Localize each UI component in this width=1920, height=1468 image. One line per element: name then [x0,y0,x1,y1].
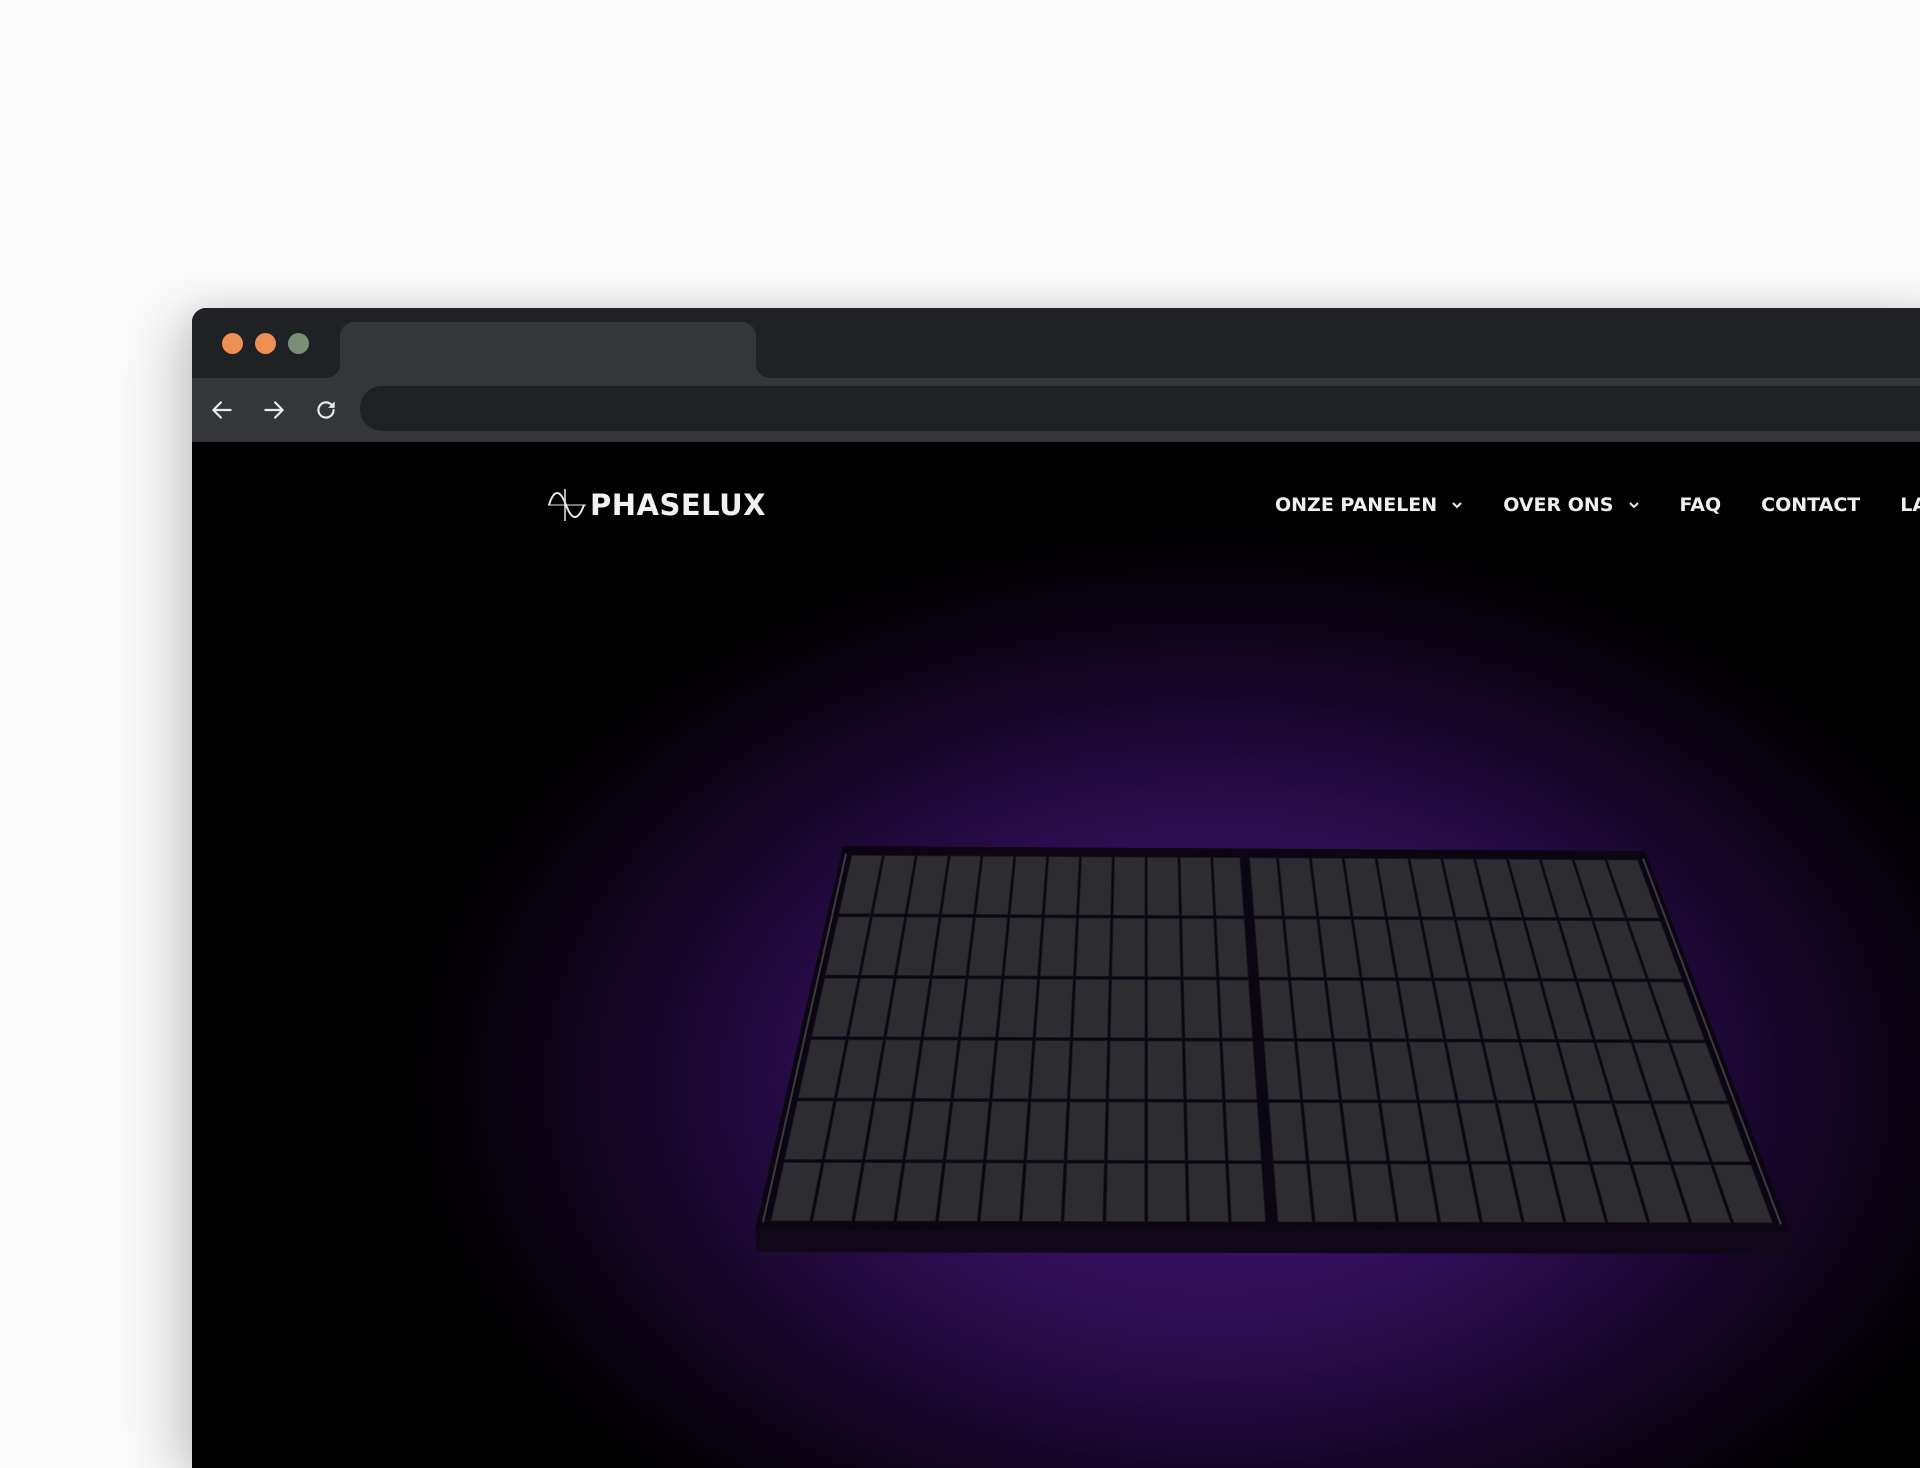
panel-cell [1035,978,1074,1038]
panel-cell [1187,1163,1229,1223]
panel-cell [1212,857,1245,917]
reload-button[interactable] [308,392,344,428]
panel-cell [1075,917,1111,977]
panel-cell [1147,1101,1186,1161]
solar-panel-image [755,846,1790,1254]
maximize-window-button[interactable] [288,333,309,354]
panel-cell [979,1162,1024,1222]
panel-cell [945,1101,990,1161]
panel-cell [985,1101,1029,1161]
browser-titlebar [192,308,1920,378]
panel-cell [1147,979,1183,1039]
panel-cell [1109,979,1146,1039]
nav-item-label: CONTACT [1761,494,1861,516]
panel-cell [1009,855,1047,916]
panel-cell [1258,979,1295,1039]
panel-cell [1078,856,1113,916]
main-nav: ONZE PANELEN OVER ONS FAQ CONTACT LANG [1275,494,1920,516]
address-bar[interactable] [360,386,1920,431]
panel-cell [1112,856,1146,916]
panel-cell [997,978,1038,1038]
nav-item-label: LANG [1900,494,1920,516]
logo[interactable]: PHASELUX [546,487,766,523]
panel-cell [1039,917,1077,977]
panel-cell [968,917,1008,977]
nav-item-faq[interactable]: FAQ [1680,494,1722,516]
panel-cell [1147,1040,1185,1100]
panel-cell [1147,917,1182,978]
minimize-window-button[interactable] [255,333,276,354]
panel-cell [1284,918,1325,978]
panel-cell [1072,978,1110,1039]
reload-icon [317,401,335,419]
panel-cell [1273,1163,1313,1223]
nav-item-onze-panelen[interactable]: ONZE PANELEN [1275,494,1463,516]
panel-cell [1105,1162,1146,1222]
panel-cell [1179,856,1214,917]
nav-item-over-ons[interactable]: OVER ONS [1503,494,1639,516]
panel-cell [1030,1040,1071,1100]
browser-window: PHASELUX ONZE PANELEN OVER ONS FAQ CONTA… [192,308,1920,1468]
browser-tab[interactable] [340,322,756,378]
arrow-left-icon [212,401,232,419]
panel-cell [1228,1163,1267,1223]
panel-cell [1181,918,1217,978]
panel-cell [1253,918,1289,978]
panel-cell [938,1162,984,1222]
panel-cell [1146,856,1180,916]
logo-text: PHASELUX [590,488,767,522]
panel-frame-side [755,1230,1790,1254]
arrow-right-icon [264,401,284,419]
nav-item-contact[interactable]: CONTACT [1761,494,1860,516]
panel-cell [1225,1101,1262,1162]
forward-button[interactable] [256,392,292,428]
sine-wave-icon [548,489,586,521]
panel-cell [1003,917,1043,977]
panel-cell [896,1162,944,1222]
panel-cell [1106,1101,1146,1161]
panel-cell [1218,979,1254,1039]
panel-cell [991,1039,1034,1100]
nav-item-label: OVER ONS [1503,494,1614,516]
panel-cell [1263,1040,1301,1100]
panel-cell [1066,1101,1107,1161]
panel-cell [1268,1102,1307,1162]
panel-cell [1184,1040,1223,1100]
back-button[interactable] [204,392,240,428]
panel-cell [1111,917,1146,977]
panel-cell [1215,918,1249,978]
page-content: PHASELUX ONZE PANELEN OVER ONS FAQ CONTA… [192,442,1920,1468]
chevron-down-icon [1628,502,1639,509]
panel-cell [1044,856,1080,916]
panel-cell [1063,1162,1105,1222]
panel-cell [1290,979,1332,1039]
panel-cell [1302,1102,1347,1162]
panel-cell [1147,1162,1187,1223]
nav-item-label: ONZE PANELEN [1275,494,1438,516]
panel-cell [1021,1162,1065,1222]
site-header: PHASELUX ONZE PANELEN OVER ONS FAQ CONTA… [192,442,1920,562]
hero-visual [192,442,1920,1468]
browser-toolbar [192,378,1920,442]
panel-cell [1296,1041,1340,1101]
panel-cell [1221,1040,1258,1100]
panel-cell [953,1039,996,1099]
panel-cell [1069,1040,1108,1100]
panel-cell [1026,1101,1068,1161]
nav-item-lang[interactable]: LANG [1900,494,1920,516]
panel-cell [1108,1040,1146,1100]
panel-cell [1308,1163,1355,1223]
chevron-down-icon [1452,502,1462,509]
panel-cell [1182,979,1220,1039]
panel-cell [960,978,1002,1038]
close-window-button[interactable] [222,333,243,354]
panel-cell [1186,1101,1226,1161]
nav-item-label: FAQ [1679,494,1722,516]
panel-cell [1249,857,1283,917]
